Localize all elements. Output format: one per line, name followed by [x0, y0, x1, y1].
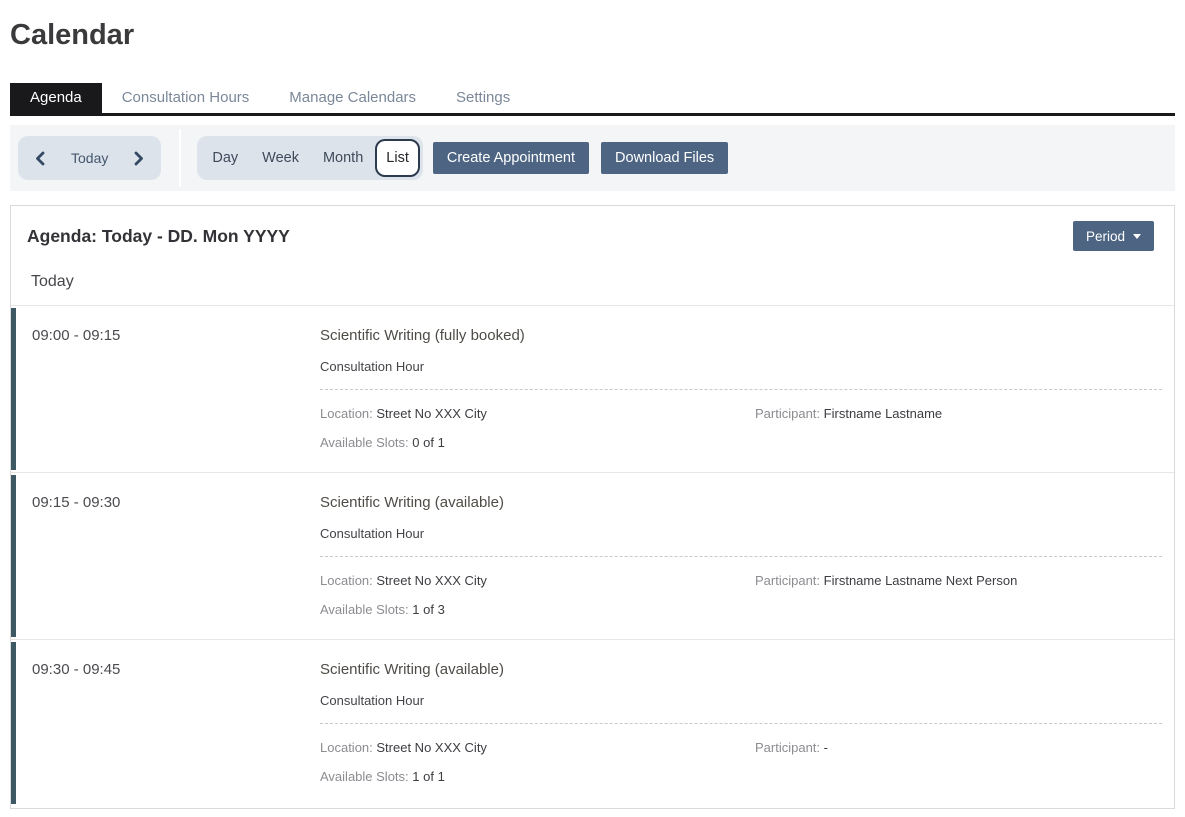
view-switcher-group: Day Week Month List: [197, 136, 423, 180]
event-details-left-column: Location: Street No XXX City Available S…: [320, 740, 755, 798]
tab-agenda[interactable]: Agenda: [10, 83, 102, 113]
event-details-left-column: Location: Street No XXX City Available S…: [320, 406, 755, 464]
participant-value: -: [824, 740, 828, 755]
location-value: Street No XXX City: [376, 406, 487, 421]
event-row[interactable]: 09:15 - 09:30 Scientific Writing (availa…: [11, 472, 1174, 639]
location-line: Location: Street No XXX City: [320, 406, 755, 421]
caret-down-icon: [1133, 234, 1141, 239]
agenda-event-list: 09:00 - 09:15 Scientific Writing (fully …: [11, 305, 1174, 806]
tab-settings[interactable]: Settings: [436, 83, 530, 113]
dotted-divider: [320, 389, 1162, 390]
today-button[interactable]: Today: [71, 150, 108, 166]
location-label: Location:: [320, 573, 373, 588]
event-title: Scientific Writing (available): [320, 661, 1162, 678]
location-value: Street No XXX City: [376, 573, 487, 588]
tab-consultation-hours[interactable]: Consultation Hours: [102, 83, 270, 113]
day-group-label: Today: [11, 251, 1174, 305]
date-nav-group: Today: [18, 136, 161, 180]
next-period-button[interactable]: [134, 151, 144, 166]
event-details-right-column: Participant: Firstname Lastname: [755, 406, 1162, 464]
location-line: Location: Street No XXX City: [320, 740, 755, 755]
available-slots-line: Available Slots: 0 of 1: [320, 435, 755, 450]
calendar-toolbar: Today Day Week Month List Create Appoint…: [10, 125, 1175, 191]
view-week-button[interactable]: Week: [250, 150, 311, 166]
event-details: Location: Street No XXX City Available S…: [320, 573, 1162, 631]
participant-line: Participant: Firstname Lastname Next Per…: [755, 573, 1162, 588]
view-list-button[interactable]: List: [375, 139, 420, 177]
download-files-button[interactable]: Download Files: [601, 142, 728, 174]
event-title: Scientific Writing (fully booked): [320, 327, 1162, 344]
chevron-left-icon: [35, 151, 45, 166]
event-row[interactable]: 09:00 - 09:15 Scientific Writing (fully …: [11, 305, 1174, 472]
event-details-right-column: Participant: -: [755, 740, 1162, 798]
event-time: 09:00 - 09:15: [11, 327, 320, 472]
agenda-panel-header: Agenda: Today - DD. Mon YYYY Period: [11, 206, 1174, 251]
agenda-panel: Agenda: Today - DD. Mon YYYY Period Toda…: [10, 205, 1175, 809]
tab-bar: Agenda Consultation Hours Manage Calenda…: [10, 83, 1175, 116]
participant-line: Participant: -: [755, 740, 1162, 755]
event-type-label: Consultation Hour: [320, 526, 1162, 541]
dotted-divider: [320, 556, 1162, 557]
available-slots-value: 1 of 1: [412, 769, 445, 784]
view-month-button[interactable]: Month: [311, 150, 375, 166]
event-details-left-column: Location: Street No XXX City Available S…: [320, 573, 755, 631]
event-type-label: Consultation Hour: [320, 693, 1162, 708]
event-time: 09:15 - 09:30: [11, 494, 320, 639]
dotted-divider: [320, 723, 1162, 724]
event-row[interactable]: 09:30 - 09:45 Scientific Writing (availa…: [11, 639, 1174, 806]
period-dropdown-button[interactable]: Period: [1073, 221, 1154, 251]
event-type-label: Consultation Hour: [320, 359, 1162, 374]
available-slots-label: Available Slots:: [320, 769, 409, 784]
participant-line: Participant: Firstname Lastname: [755, 406, 1162, 421]
event-body: Scientific Writing (available) Consultat…: [320, 661, 1174, 806]
participant-label: Participant:: [755, 740, 820, 755]
event-time: 09:30 - 09:45: [11, 661, 320, 806]
period-dropdown-label: Period: [1086, 229, 1125, 244]
event-details: Location: Street No XXX City Available S…: [320, 406, 1162, 464]
tab-manage-calendars[interactable]: Manage Calendars: [269, 83, 436, 113]
page-title: Calendar: [10, 18, 1175, 52]
participant-value: Firstname Lastname Next Person: [824, 573, 1018, 588]
location-label: Location:: [320, 740, 373, 755]
available-slots-line: Available Slots: 1 of 3: [320, 602, 755, 617]
location-label: Location:: [320, 406, 373, 421]
available-slots-label: Available Slots:: [320, 602, 409, 617]
participant-label: Participant:: [755, 406, 820, 421]
event-details: Location: Street No XXX City Available S…: [320, 740, 1162, 798]
event-body: Scientific Writing (fully booked) Consul…: [320, 327, 1174, 472]
create-appointment-button[interactable]: Create Appointment: [433, 142, 589, 174]
view-day-button[interactable]: Day: [200, 150, 250, 166]
participant-label: Participant:: [755, 573, 820, 588]
available-slots-value: 1 of 3: [412, 602, 445, 617]
available-slots-label: Available Slots:: [320, 435, 409, 450]
location-line: Location: Street No XXX City: [320, 573, 755, 588]
previous-period-button[interactable]: [35, 151, 45, 166]
chevron-right-icon: [134, 151, 144, 166]
available-slots-line: Available Slots: 1 of 1: [320, 769, 755, 784]
event-title: Scientific Writing (available): [320, 494, 1162, 511]
calendar-page: Calendar Agenda Consultation Hours Manag…: [0, 0, 1185, 817]
participant-value: Firstname Lastname: [824, 406, 943, 421]
event-body: Scientific Writing (available) Consultat…: [320, 494, 1174, 639]
toolbar-divider: [179, 129, 181, 187]
location-value: Street No XXX City: [376, 740, 487, 755]
available-slots-value: 0 of 1: [412, 435, 445, 450]
event-details-right-column: Participant: Firstname Lastname Next Per…: [755, 573, 1162, 631]
agenda-title: Agenda: Today - DD. Mon YYYY: [27, 226, 290, 247]
